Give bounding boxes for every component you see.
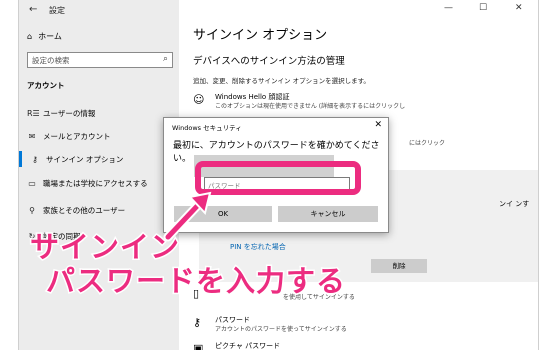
search-icon: ⌕: [162, 54, 168, 64]
pin-forgot-link[interactable]: PIN を忘れた場合: [230, 242, 286, 252]
minimize-button[interactable]: —: [444, 3, 453, 13]
partial-label: ンイ ンす: [499, 200, 530, 208]
window-title: 設定: [49, 6, 65, 15]
key-icon: ⚷: [193, 316, 202, 329]
cancel-button[interactable]: キャンセル: [278, 206, 378, 222]
dialog-title: Windows セキュリティ: [172, 124, 242, 132]
section-title: デバイスへのサインイン方法の管理: [193, 56, 345, 67]
page-title: サインイン オプション: [193, 28, 328, 43]
option-desc: にはクリック: [409, 140, 446, 147]
close-button[interactable]: ✕: [515, 3, 523, 13]
section-description: 追加、変更、削除するサインイン オプションを選択します。: [193, 77, 370, 85]
option-desc: このオプションは現在使用できません (詳細を表示するにはクリックし: [215, 103, 406, 110]
search-input[interactable]: 設定の検索 ⌕: [27, 52, 173, 68]
user-card-icon: R☰: [27, 108, 40, 118]
briefcase-icon: ▭: [28, 178, 36, 188]
picture-icon: ▣: [193, 342, 204, 350]
search-placeholder: 設定の検索: [32, 56, 70, 65]
face-icon: ☺: [193, 93, 205, 106]
sidebar-item-label: サインイン オプション: [46, 154, 124, 164]
sidebar-item-label: 家族とその他のユーザー: [43, 205, 126, 215]
dialog-close-icon[interactable]: ✕: [374, 120, 382, 130]
maximize-button[interactable]: ☐: [479, 3, 487, 13]
sidebar-item-sign-in-options[interactable]: ⚷ サインイン オプション: [19, 151, 171, 167]
sidebar-item-label: ユーザーの情報: [43, 108, 96, 118]
home-icon: ⌂: [27, 32, 33, 41]
option-title: ピクチャ パスワード: [215, 342, 281, 350]
mail-icon: ✉: [28, 131, 36, 141]
sidebar-item-home[interactable]: ⌂ ホーム: [27, 31, 62, 42]
sidebar-item-your-info[interactable]: R☰ ユーザーの情報: [27, 105, 177, 121]
sidebar-item-label: メールとアカウント: [43, 131, 111, 141]
sidebar-category: アカウント: [27, 81, 65, 90]
sidebar-item-email[interactable]: ✉ メールとアカウント: [27, 128, 177, 144]
annotation-line-2: パスワードを入力する: [44, 263, 347, 300]
option-desc: アカウントのパスワードを使ってサインインする: [215, 326, 347, 333]
sidebar-item-family[interactable]: ⚲ 家族とその他のユーザー: [27, 202, 177, 218]
screenshot-frame: ← 設定 ⌂ ホーム 設定の検索 ⌕ アカウント R☰ ユーザーの情報 ✉ メー…: [0, 0, 549, 350]
remove-button[interactable]: 削除: [371, 259, 427, 273]
person-add-icon: ⚲: [29, 205, 35, 215]
home-label: ホーム: [38, 32, 62, 41]
key-icon: ⚷: [32, 154, 38, 164]
sidebar-item-work-school[interactable]: ▭ 職場または学校にアクセスする: [27, 175, 177, 191]
sidebar-item-label: 職場または学校にアクセスする: [43, 178, 148, 188]
back-arrow-icon[interactable]: ←: [29, 4, 37, 15]
